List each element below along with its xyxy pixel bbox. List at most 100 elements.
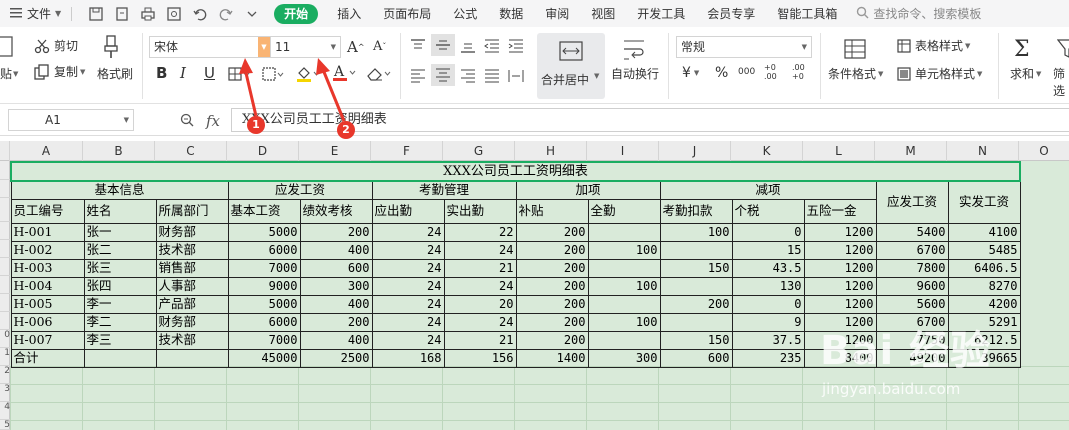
total-gross[interactable]: 49200 [875,348,949,368]
total-full[interactable]: 300 [587,348,661,368]
column-header-k[interactable]: K [731,141,803,161]
cell-subsidy[interactable]: 200 [515,222,589,242]
cell-actual[interactable]: 24 [443,312,517,332]
column-header-b[interactable]: B [83,141,155,161]
cell-subsidy[interactable]: 200 [515,312,589,332]
row-header[interactable]: 0 [0,330,10,348]
cell-net[interactable]: 4200 [947,294,1021,314]
cell-tax[interactable]: 0 [731,294,805,314]
row-header[interactable]: 5 [0,420,10,430]
column-header-n[interactable]: N [947,141,1019,161]
column-header-cell[interactable]: 五险一金 [803,198,877,224]
cell-due[interactable]: 24 [371,312,445,332]
cell-dept[interactable]: 财务部 [155,222,229,242]
cell-tax[interactable]: 0 [731,222,805,242]
cell-name[interactable]: 张四 [83,276,157,296]
cell-ins[interactable]: 1200 [803,330,877,350]
cell-subsidy[interactable]: 200 [515,330,589,350]
group-header-gross[interactable]: 应发工资 [875,180,949,224]
cell-perf[interactable]: 200 [299,222,373,242]
cell-full[interactable] [587,330,661,350]
column-header-cell[interactable]: 员工编号 [10,198,85,224]
cell-net[interactable]: 6406.5 [947,258,1021,278]
column-header-l[interactable]: L [803,141,875,161]
cell-ins[interactable]: 1200 [803,294,877,314]
cell-net[interactable]: 5291 [947,312,1021,332]
cell-due[interactable]: 24 [371,276,445,296]
cell-subsidy[interactable]: 200 [515,258,589,278]
column-header-e[interactable]: E [299,141,371,161]
cell-base[interactable]: 6000 [227,312,301,332]
cell-gross[interactable]: 7750 [875,330,949,350]
cell-perf[interactable]: 200 [299,312,373,332]
cell-tax[interactable]: 130 [731,276,805,296]
total-tax[interactable]: 235 [731,348,805,368]
cell-name[interactable]: 张一 [83,222,157,242]
cell-name[interactable]: 李三 [83,330,157,350]
cell-due[interactable]: 24 [371,294,445,314]
spreadsheet-grid[interactable]: XXX公司员工工资明细表 基本信息 应发工资 考勤管理 加项 减项 应发工资 实… [10,161,1069,430]
cell-dept[interactable]: 人事部 [155,276,229,296]
cell-full[interactable]: 100 [587,276,661,296]
cell-due[interactable]: 24 [371,240,445,260]
cell-dept[interactable]: 技术部 [155,330,229,350]
cell-full[interactable]: 100 [587,312,661,332]
cell-perf[interactable]: 400 [299,330,373,350]
column-header-cell[interactable]: 绩效考核 [299,198,373,224]
cell-tax[interactable]: 9 [731,312,805,332]
cell-deduct[interactable]: 150 [659,258,733,278]
column-header-j[interactable]: J [659,141,731,161]
cell-gross[interactable]: 6700 [875,240,949,260]
row-header[interactable] [0,198,10,222]
group-header-net[interactable]: 实发工资 [947,180,1021,224]
cell-tax[interactable]: 37.5 [731,330,805,350]
row-header[interactable]: 2 [0,366,10,384]
row-header[interactable] [0,240,10,258]
cell-due[interactable]: 24 [371,330,445,350]
cell-perf[interactable]: 300 [299,276,373,296]
cell-net[interactable]: 8270 [947,276,1021,296]
cell-dept[interactable]: 技术部 [155,240,229,260]
column-header-cell[interactable]: 补贴 [515,198,589,224]
row-header[interactable] [0,276,10,294]
cell-full[interactable] [587,294,661,314]
group-header-attendance[interactable]: 考勤管理 [371,180,517,200]
cell-name[interactable]: 张二 [83,240,157,260]
column-header-g[interactable]: G [443,141,515,161]
cell-ins[interactable]: 1200 [803,258,877,278]
cell-ins[interactable]: 1200 [803,240,877,260]
cell-base[interactable]: 9000 [227,276,301,296]
row-header[interactable] [0,161,10,180]
column-header-cell[interactable]: 全勤 [587,198,661,224]
row-header[interactable] [0,222,10,240]
group-header-addition[interactable]: 加项 [515,180,661,200]
cell-base[interactable]: 6000 [227,240,301,260]
column-header-a[interactable]: A [10,141,83,161]
cell-perf[interactable]: 400 [299,240,373,260]
cell-perf[interactable]: 400 [299,294,373,314]
cell-deduct[interactable]: 200 [659,294,733,314]
cell-subsidy[interactable]: 200 [515,294,589,314]
row-header[interactable]: 4 [0,402,10,420]
column-header-m[interactable]: M [875,141,947,161]
row-header[interactable] [0,294,10,312]
cell-actual[interactable]: 21 [443,330,517,350]
total-subsidy[interactable]: 1400 [515,348,589,368]
sheet-title-cell[interactable]: XXX公司员工工资明细表 [10,161,1021,182]
cell-id[interactable]: H-004 [10,276,85,296]
total-net[interactable]: 39665 [947,348,1021,368]
total-base[interactable]: 45000 [227,348,301,368]
cell-base[interactable]: 5000 [227,222,301,242]
group-header-payable[interactable]: 应发工资 [227,180,373,200]
cell-due[interactable]: 24 [371,258,445,278]
row-header[interactable] [0,180,10,198]
cell-ins[interactable]: 1200 [803,312,877,332]
cell-net[interactable]: 4100 [947,222,1021,242]
cell-id[interactable]: H-003 [10,258,85,278]
cell-actual[interactable]: 20 [443,294,517,314]
cell-tax[interactable]: 43.5 [731,258,805,278]
row-header[interactable] [0,258,10,276]
group-header-deduction[interactable]: 减项 [659,180,877,200]
cell-id[interactable]: H-006 [10,312,85,332]
column-header-d[interactable]: D [227,141,299,161]
